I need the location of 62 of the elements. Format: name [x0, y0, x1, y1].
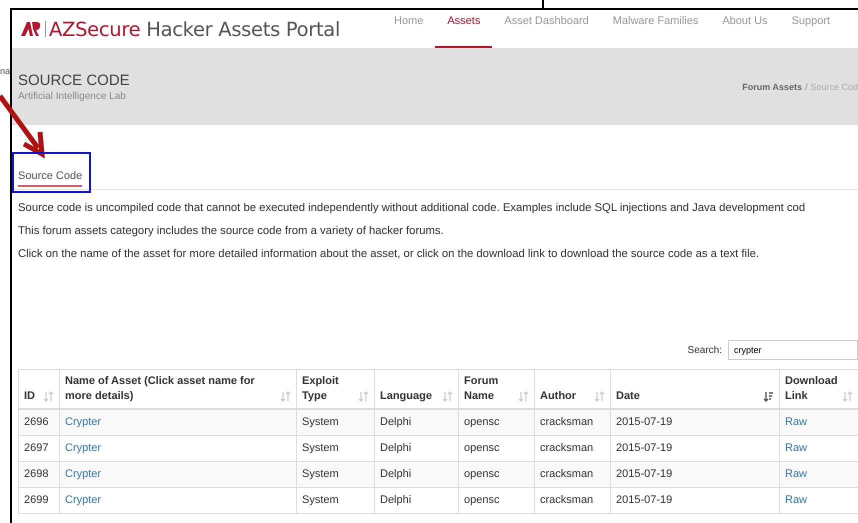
table-cell: Delphi	[374, 487, 458, 513]
table-cell: System	[296, 461, 374, 487]
breadcrumb-link[interactable]: Forum Assets	[742, 82, 802, 92]
table-cell: System	[296, 435, 374, 461]
site-title: AZSecure Hacker Assets Portal	[49, 18, 340, 40]
breadcrumb-separator: /	[804, 82, 808, 92]
search-field[interactable]: crypter	[728, 340, 858, 360]
tab[interactable]: Source Code	[18, 167, 82, 187]
table-cell: opensc	[458, 487, 534, 513]
asset-link[interactable]: Crypter	[65, 416, 102, 428]
table-cell: cracksman	[534, 461, 610, 487]
sort-icon[interactable]	[280, 391, 291, 402]
nav-link[interactable]: Home	[382, 10, 436, 48]
column-header[interactable]: Author	[540, 389, 576, 404]
page-title: SOURCE CODE	[18, 72, 130, 88]
table-cell: 2696	[18, 409, 60, 435]
sort-icon[interactable]	[358, 391, 369, 402]
table-cell: 2697	[18, 435, 60, 461]
table-cell: opensc	[458, 409, 534, 435]
table-cell: 2698	[18, 461, 60, 487]
table-cell: cracksman	[534, 487, 610, 513]
nav-link[interactable]: Asset Dashboard	[492, 10, 601, 48]
asset-link[interactable]: Raw	[785, 442, 808, 454]
asset-link[interactable]: Crypter	[65, 442, 102, 454]
asset-link[interactable]: Crypter	[65, 468, 102, 480]
table-cell: System	[296, 409, 374, 435]
table-cell: Delphi	[374, 409, 458, 435]
table-cell: 2015-07-19	[610, 435, 780, 461]
paragraph: Source code is uncompiled code that cannot be executed independently without additional code. Examples include SQL injections and Java development cod	[18, 202, 806, 214]
paragraph: Click on the name of the asset for more detailed information about the asset, or click on the download link to download the source code as a text file.	[18, 248, 760, 260]
column-header[interactable]: Date	[616, 389, 640, 404]
table-cell: cracksman	[534, 435, 610, 461]
paragraph: This forum assets category includes the source code from a variety of hacker forums.	[18, 225, 445, 237]
table-cell: opensc	[458, 435, 534, 461]
page-subtitle: Artificial Intelligence Lab	[18, 90, 127, 102]
nav-link[interactable]: Support	[780, 10, 842, 48]
divider-line	[45, 21, 46, 37]
cut-off-text: na	[0, 66, 8, 76]
sort-descending-icon[interactable]	[763, 391, 774, 402]
sort-icon[interactable]	[518, 391, 529, 402]
table-cell: cracksman	[534, 409, 610, 435]
nav-link[interactable]: About Us	[710, 10, 780, 48]
asset-link[interactable]: Raw	[785, 416, 808, 428]
sort-icon[interactable]	[442, 391, 453, 402]
table-cell: 2015-07-19	[610, 487, 780, 513]
sort-icon[interactable]	[43, 391, 54, 402]
table-cell: 2015-07-19	[610, 461, 780, 487]
table-cell: Delphi	[374, 435, 458, 461]
search-label: Search:	[688, 344, 722, 356]
asset-link[interactable]: Raw	[785, 468, 808, 480]
table-cell: 2699	[18, 487, 60, 513]
sort-icon[interactable]	[594, 391, 605, 402]
asset-link[interactable]: Raw	[785, 494, 808, 506]
sort-icon[interactable]	[842, 391, 853, 402]
table-cell: opensc	[458, 461, 534, 487]
table-cell: System	[296, 487, 374, 513]
table-cell: Delphi	[374, 461, 458, 487]
column-header[interactable]: ID	[24, 389, 35, 404]
nav-link[interactable]: Malware Families	[600, 10, 710, 48]
table-cell: 2015-07-19	[610, 409, 780, 435]
asset-link[interactable]: Crypter	[65, 494, 102, 506]
logo-icon	[20, 21, 42, 37]
